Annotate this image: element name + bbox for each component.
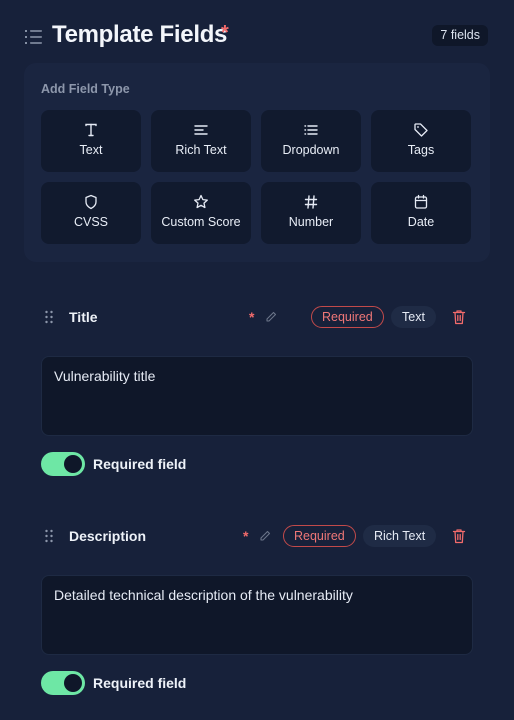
pencil-icon[interactable] [265,311,277,323]
field-description-input[interactable]: Detailed technical description of the vu… [41,575,473,655]
field-name: Title [69,309,98,325]
type-label: Date [407,215,435,229]
required-marker: * [243,528,249,544]
field-name: Description [69,528,147,544]
add-field-type-panel: Add Field Type Text Rich Text Dropdown T… [24,63,490,262]
add-dropdown-field-button[interactable]: Dropdown [261,110,361,172]
field-type-badge: Rich Text [363,525,437,547]
required-marker: * [221,22,229,44]
list-icon [25,30,42,44]
hash-icon [304,195,318,209]
field-type-badge: Text [391,306,436,328]
add-custom-score-field-button[interactable]: Custom Score [151,182,251,244]
align-left-icon [194,125,208,135]
field-card-title: Title * Required Text Vulnerability titl… [24,288,490,498]
type-label: Rich Text [175,143,227,157]
drag-handle-icon[interactable] [44,310,54,324]
field-card-description: Description * Required Rich Text Detaile… [24,507,490,717]
required-toggle[interactable] [41,452,85,476]
trash-icon[interactable] [452,528,466,544]
required-toggle-label: Required field [93,456,187,472]
add-text-field-button[interactable]: Text [41,110,141,172]
toggle-knob [64,674,82,692]
type-label: Text [79,143,103,157]
list-icon [304,125,318,135]
tag-icon [414,123,428,137]
add-field-type-label: Add Field Type [41,82,130,96]
add-date-field-button[interactable]: Date [371,182,471,244]
type-label: Custom Score [161,215,241,229]
page-title: Template Fields [52,21,228,48]
pencil-icon[interactable] [259,530,271,542]
type-label: CVSS [73,215,109,229]
calendar-icon [414,194,428,209]
toggle-knob [64,455,82,473]
add-rich-text-field-button[interactable]: Rich Text [151,110,251,172]
required-marker: * [249,309,255,325]
field-name-input[interactable]: Vulnerability title [41,356,473,436]
required-badge: Required [311,306,384,328]
required-toggle-label: Required field [93,675,187,691]
required-toggle[interactable] [41,671,85,695]
type-label: Number [288,215,334,229]
add-tags-field-button[interactable]: Tags [371,110,471,172]
field-count-badge: 7 fields [432,25,488,46]
add-cvss-field-button[interactable]: CVSS [41,182,141,244]
text-type-icon [85,123,97,137]
trash-icon[interactable] [452,309,466,325]
required-badge: Required [283,525,356,547]
header: Template Fields * 7 fields [0,0,514,72]
drag-handle-icon[interactable] [44,529,54,543]
shield-icon [85,194,97,210]
add-number-field-button[interactable]: Number [261,182,361,244]
type-label: Tags [407,143,435,157]
type-label: Dropdown [282,143,340,157]
star-icon [194,194,208,209]
